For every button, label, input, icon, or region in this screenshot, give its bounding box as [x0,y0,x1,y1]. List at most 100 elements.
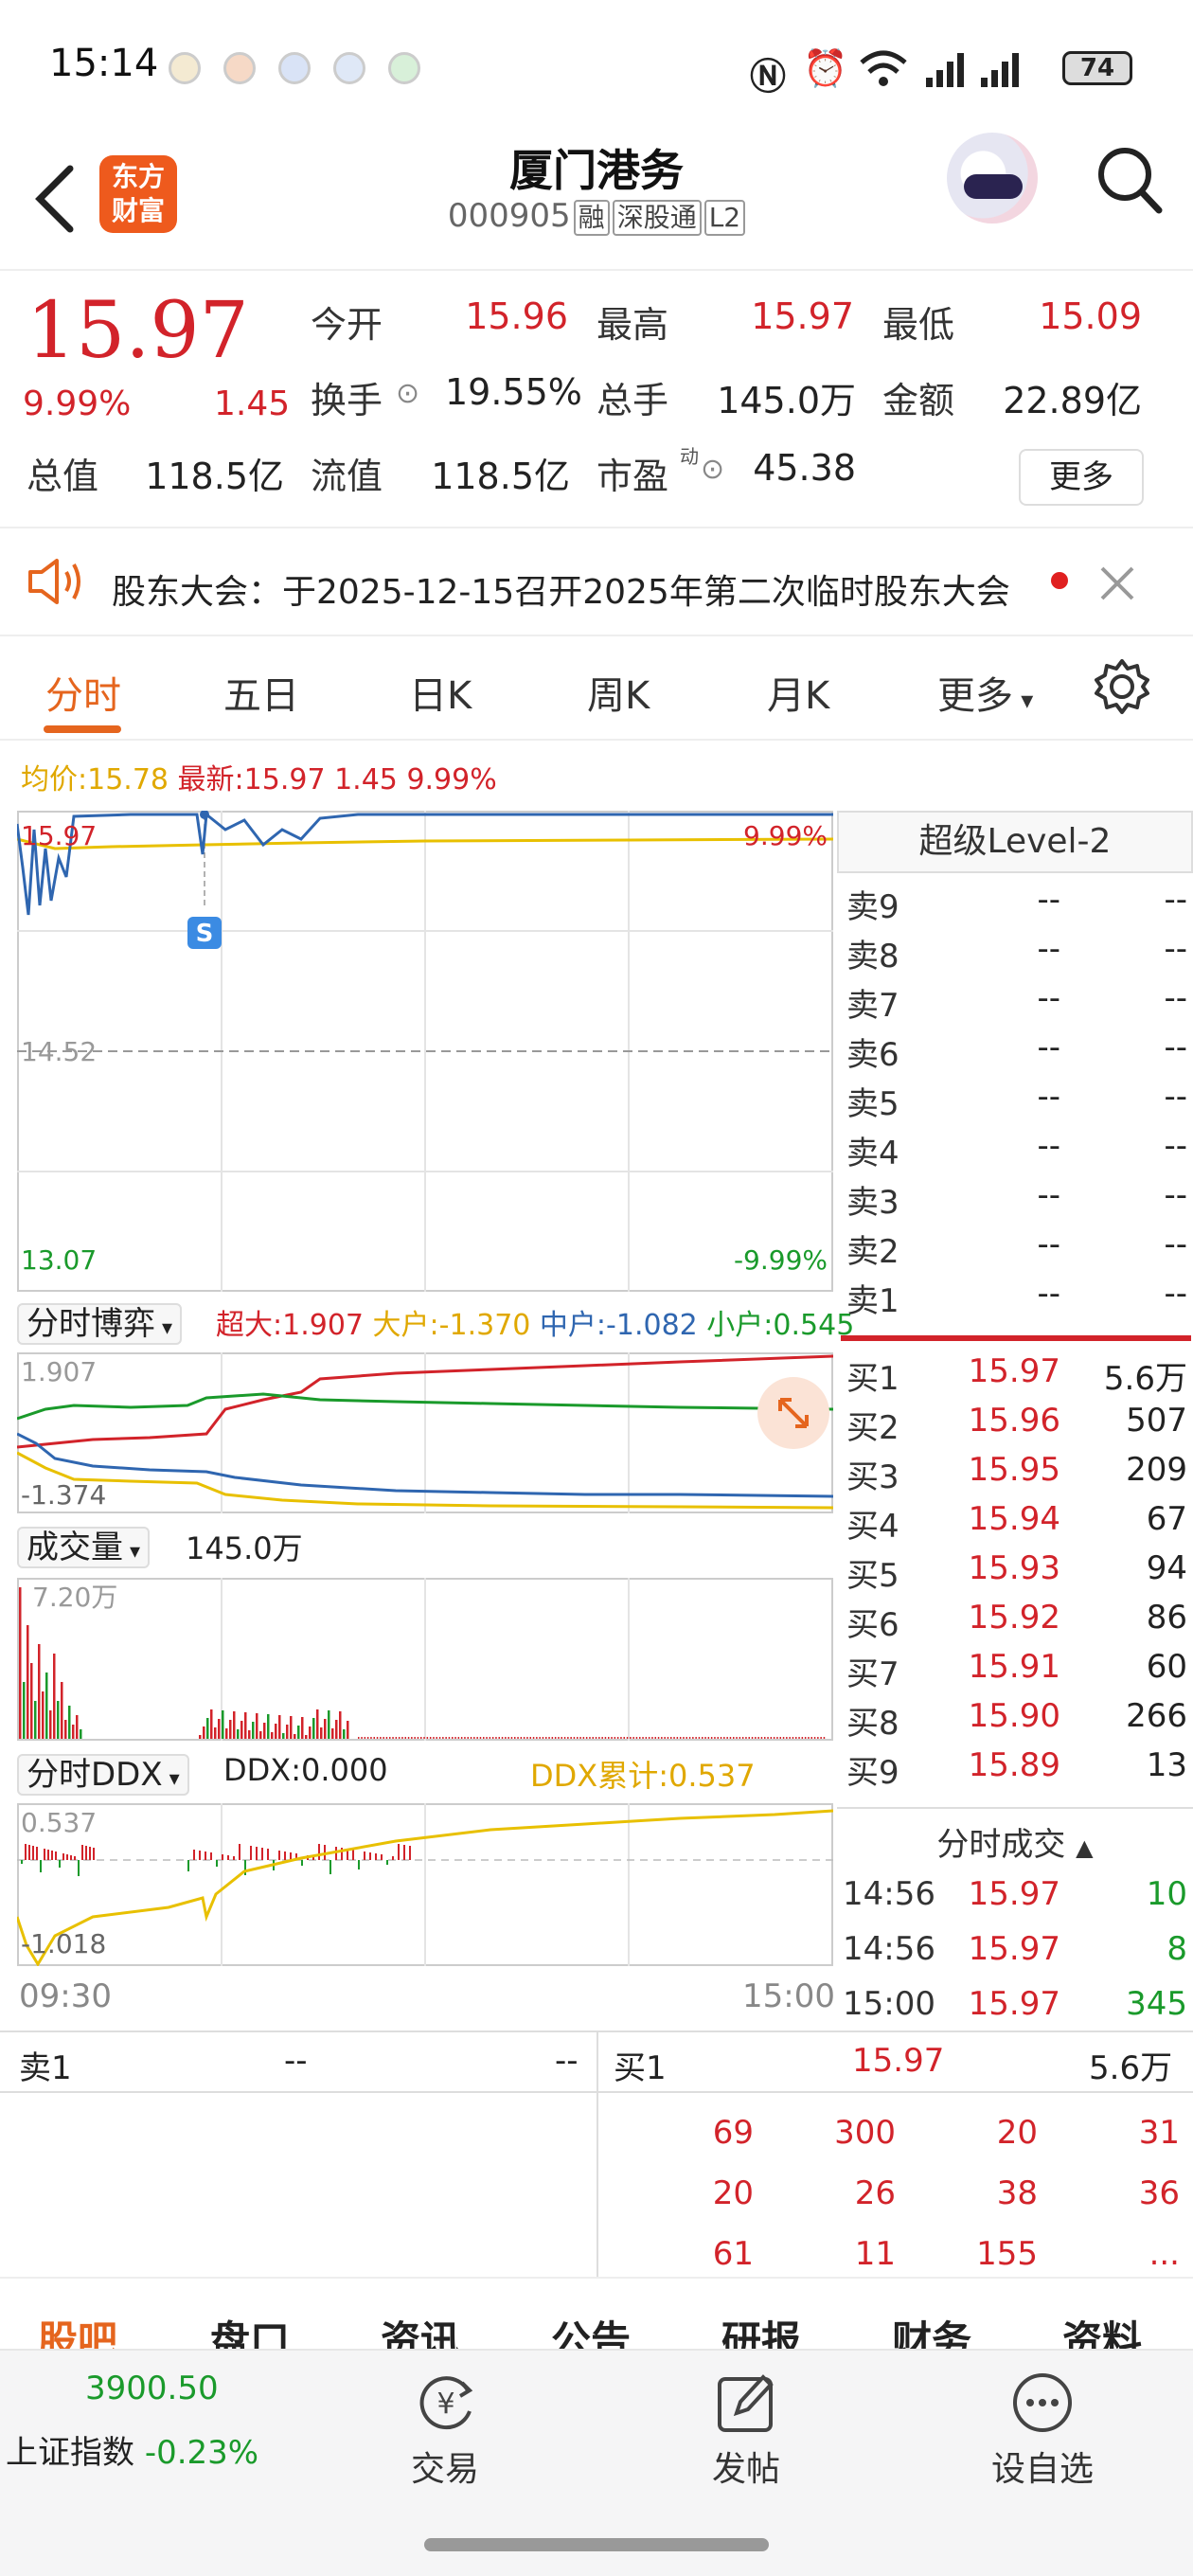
ask-row[interactable]: 卖9 -- -- [837,881,1193,930]
volume-bar [704,1737,706,1739]
info-icon[interactable]: ⊙ [396,377,419,410]
bid-row[interactable]: 买9 15.89 13 [837,1746,1193,1796]
volume-bar [514,1737,516,1739]
ddx-selector[interactable]: 分时DDX ▾ [17,1754,189,1796]
trade-row[interactable]: 15:00 15.97 345 [837,1985,1193,2034]
tab-intraday[interactable]: 分时 [45,665,121,720]
legend-change: 1.45 [334,763,398,796]
close-icon[interactable] [1098,564,1136,602]
ask-row[interactable]: 卖8 -- -- [837,930,1193,979]
add-watchlist-label[interactable]: 设自选 [962,2442,1123,2491]
trade-icon[interactable]: ¥ [413,2370,479,2436]
volume-bar [773,1737,775,1739]
bid-volume: 13 [1146,1746,1187,1784]
volume-selector[interactable]: 成交量 ▾ [17,1527,151,1568]
volume-bar [714,1737,716,1739]
ddx-chart[interactable]: 0.537 -1.018 [17,1803,833,1966]
bid-row[interactable]: 买1 15.97 5.6万 [837,1352,1193,1402]
ddx-bar [81,1845,83,1860]
intraday-price-chart[interactable]: 15.97 14.52 13.07 9.99% -9.99% S [17,811,833,1292]
trades-title[interactable]: 分时成交 ▲ [837,1818,1193,1865]
ask-price: -- [1037,881,1060,919]
bid-row[interactable]: 买6 15.92 86 [837,1599,1193,1648]
ddx-header: 分时DDX ▾ [17,1748,189,1796]
compose-post-icon[interactable] [714,2370,780,2436]
volume-bar [364,1737,366,1739]
ask-row[interactable]: 卖4 -- -- [837,1127,1193,1176]
volume-bar [745,1737,747,1739]
ask-row[interactable]: 卖7 -- -- [837,979,1193,1029]
tab-daily-k[interactable]: 日K [409,665,472,720]
search-icon[interactable] [1095,144,1166,220]
ask-row[interactable]: 卖5 -- -- [837,1078,1193,1127]
bid-row[interactable]: 买5 15.93 94 [837,1549,1193,1599]
volume-bar [248,1730,251,1739]
volume-bar [642,1737,644,1739]
open-label: 今开 [311,304,383,346]
bid-row[interactable]: 买4 15.94 67 [837,1500,1193,1549]
volume-chart[interactable]: 7.20万 [17,1578,833,1741]
bid-volume: 60 [1146,1648,1187,1686]
volume-bar [651,1737,653,1739]
ask-row[interactable]: 卖2 -- -- [837,1225,1193,1275]
ask-row[interactable]: 卖3 -- -- [837,1176,1193,1225]
more-button[interactable]: 更多 [1019,449,1144,506]
ask-volume: -- [1164,1127,1187,1165]
volume-bar [645,1737,648,1739]
ask-volume: -- [1164,930,1187,968]
order-book-title[interactable]: 超级Level-2 [837,811,1193,873]
tab-monthly-k[interactable]: 月K [767,665,829,720]
volume-bar [717,1737,719,1739]
volume-bar [567,1737,569,1739]
trade-label[interactable]: 交易 [379,2442,511,2491]
trades-divider [837,1807,1193,1809]
bid-row[interactable]: 买2 15.96 507 [837,1402,1193,1451]
bid-price: 15.94 [968,1500,1060,1538]
volume-bar [657,1737,660,1739]
volume-bar [286,1725,289,1739]
volume-bar [278,1715,281,1739]
tick-sell-price: -- [284,2042,308,2080]
volume-bar [539,1737,541,1739]
volume-bar [361,1737,363,1739]
ask-label: 卖7 [846,987,899,1025]
ask-row[interactable]: 卖1 -- -- [837,1275,1193,1324]
volume-bar [764,1737,766,1739]
ddx-bar [403,1845,405,1860]
settings-gear-icon[interactable] [1093,657,1151,716]
notice-banner[interactable]: 股东大会：于2025-12-15召开2025年第二次临时股东大会 [0,527,1193,636]
ddx-bar [36,1847,38,1860]
more-options-icon[interactable] [1009,2370,1076,2436]
time-axis-end: 15:00 [742,1977,835,2015]
volume-bar [820,1737,822,1739]
volume-bar [630,1737,632,1739]
tab-weekly-k[interactable]: 周K [587,665,650,720]
info-icon[interactable]: ⊙ [701,453,724,486]
tab-five-day[interactable]: 五日 [223,665,299,720]
bid-volume: 94 [1146,1549,1187,1587]
fund-flow-selector[interactable]: 分时博弈 ▾ [17,1303,183,1345]
volume-bar [452,1737,454,1739]
trade-row[interactable]: 14:56 15.97 10 [837,1875,1193,1924]
volume-bar [710,1737,713,1739]
volume-bar [366,1737,369,1739]
ask-row[interactable]: 卖6 -- -- [837,1029,1193,1078]
index-quote[interactable]: 上证指数 -0.23% [6,2426,258,2473]
index-value[interactable]: 3900.50 [85,2370,219,2407]
trade-row[interactable]: 14:56 15.97 8 [837,1930,1193,1979]
bid-row[interactable]: 买8 15.90 266 [837,1697,1193,1746]
bid-row[interactable]: 买3 15.95 209 [837,1451,1193,1500]
tab-more[interactable]: 更多 ▾ [937,665,1033,720]
home-indicator[interactable] [424,2538,769,2551]
volume-bar [229,1720,232,1739]
volume-bar [532,1737,535,1739]
volume-bar [608,1737,610,1739]
volume-axis-top: 7.20万 [32,1582,117,1613]
volume-bar [755,1737,757,1739]
bid-row[interactable]: 买7 15.91 60 [837,1648,1193,1697]
fund-flow-chart[interactable]: 1.907 -1.374 [17,1352,833,1513]
ddx-bar [392,1856,394,1860]
status-time: 15:14 [49,42,159,85]
post-label[interactable]: 发帖 [680,2442,812,2491]
volume-bar [563,1737,566,1739]
